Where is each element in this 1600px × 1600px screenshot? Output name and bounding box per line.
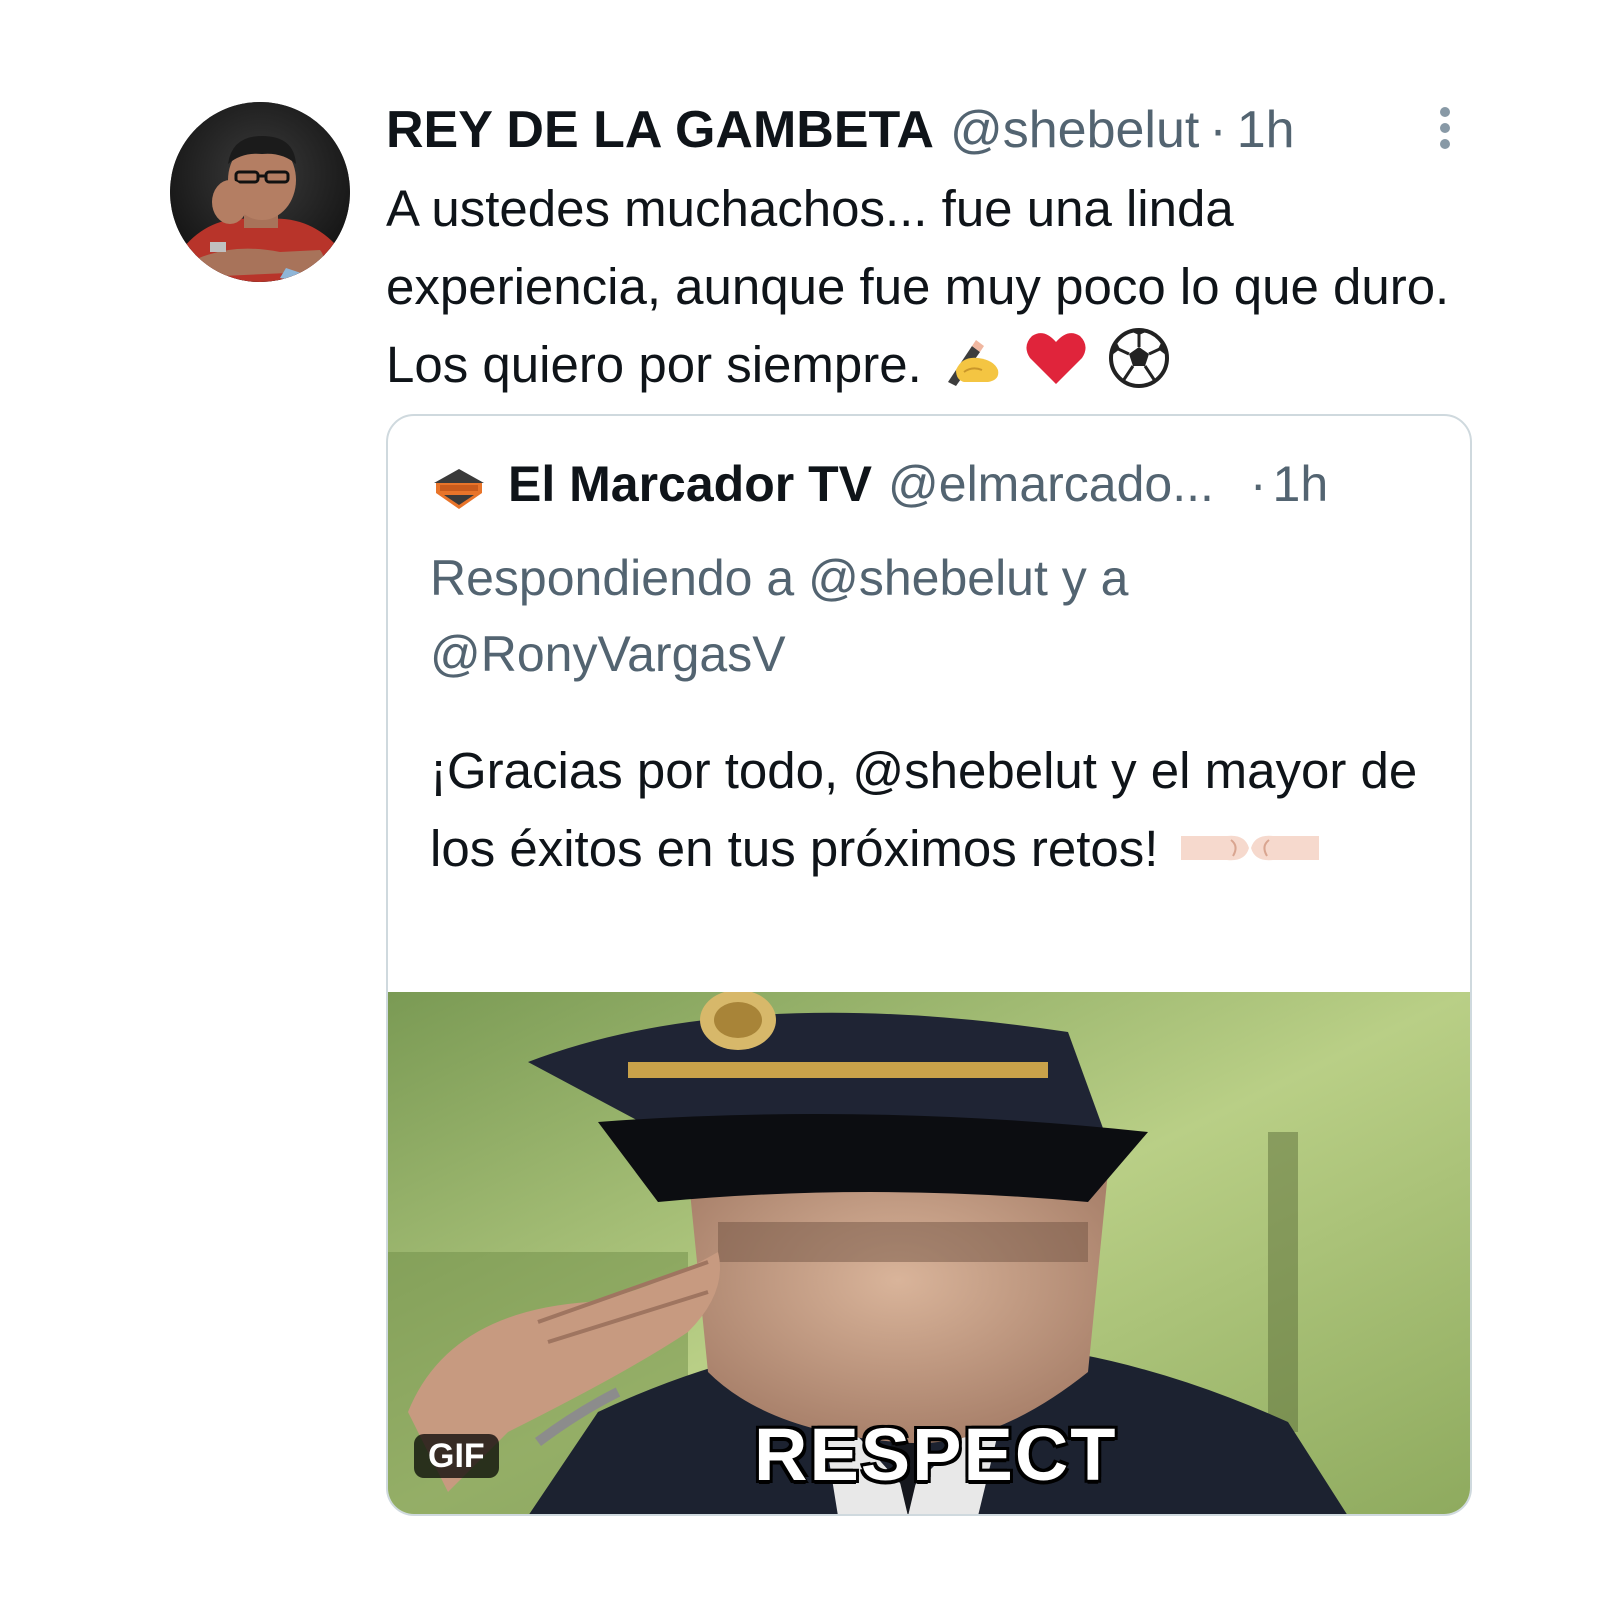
quoted-tweet-header: El Marcador TV @elmarcado... · 1h — [432, 452, 1328, 516]
quoted-author-name[interactable]: El Marcador TV — [508, 452, 872, 516]
heart-icon — [1024, 330, 1088, 408]
quoted-author-handle[interactable]: @elmarcado... — [888, 452, 1214, 516]
gif-media[interactable]: RESPECT GIF — [388, 992, 1470, 1514]
separator-dot: · — [1209, 101, 1227, 159]
el-marcador-logo-icon[interactable] — [432, 462, 486, 509]
quoted-tweet-text: ¡Gracias por todo, @shebelut y el mayor … — [430, 732, 1430, 892]
fist-bump-icon — [1179, 814, 1321, 892]
more-vertical-icon[interactable] — [1430, 104, 1460, 152]
author-name[interactable]: REY DE LA GAMBETA — [386, 98, 934, 162]
tweet[interactable]: REY DE LA GAMBETA @shebelut · 1h A usted… — [0, 0, 1600, 1600]
author-handle[interactable]: @shebelut — [950, 98, 1199, 162]
writing-hand-icon — [942, 330, 1004, 408]
quoted-tweet[interactable]: El Marcador TV @elmarcado... · 1h Respon… — [386, 414, 1472, 1516]
tweet-text: A ustedes muchachos... fue una linda exp… — [386, 170, 1466, 411]
author-avatar[interactable] — [170, 102, 350, 282]
gif-badge[interactable]: GIF — [414, 1434, 499, 1478]
quoted-tweet-timestamp[interactable]: 1h — [1273, 452, 1329, 516]
soccer-ball-icon — [1108, 327, 1170, 411]
gif-caption: RESPECT — [754, 1413, 1118, 1496]
tweet-text-content: A ustedes muchachos... fue una linda exp… — [386, 180, 1450, 393]
replying-to-text[interactable]: Respondiendo a @shebelut y a @RonyVargas… — [430, 540, 1430, 692]
tweet-header: REY DE LA GAMBETA @shebelut · 1h — [386, 98, 1295, 162]
tweet-timestamp[interactable]: 1h — [1237, 98, 1295, 162]
separator-dot: · — [1249, 456, 1267, 512]
avatar-image — [170, 102, 350, 282]
